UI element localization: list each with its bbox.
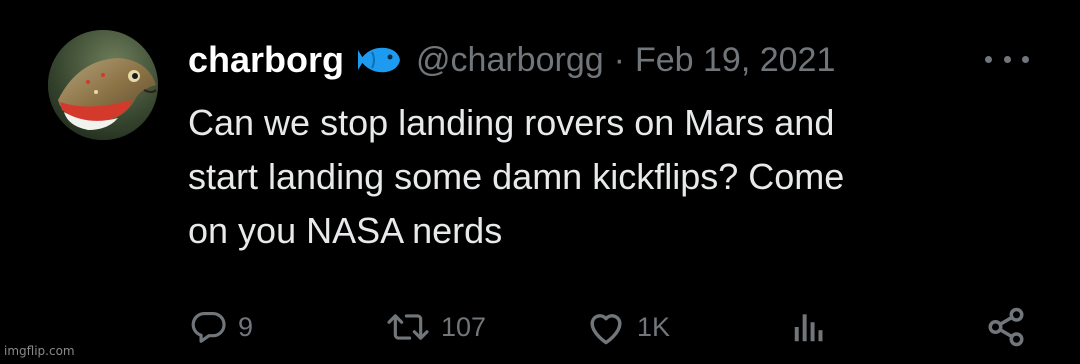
more-dot (1003, 55, 1011, 63)
retweet-icon (387, 314, 429, 340)
separator: · (613, 40, 625, 79)
avatar-image (48, 30, 158, 140)
more-dot (985, 55, 992, 63)
tweet-text: Can we stop landing rovers on Mars and s… (188, 96, 1048, 258)
display-name[interactable]: charborg (188, 39, 344, 81)
fish-emoji-icon (356, 42, 404, 78)
avatar[interactable] (48, 30, 158, 140)
handle[interactable]: @charborgg (416, 41, 604, 80)
like-button[interactable]: 1K (585, 300, 670, 354)
timestamp[interactable]: Feb 19, 2021 (635, 41, 835, 80)
watermark: imgflip.com (4, 344, 75, 358)
action-bar: 9 107 1K (0, 300, 1080, 354)
reply-count: 9 (238, 311, 254, 342)
views-button[interactable] (790, 300, 828, 354)
tweet-header: charborg @charborgg · Feb 19, 2021 (188, 36, 835, 84)
share-button[interactable] (985, 300, 1027, 354)
tweet-line: start landing some damn kickflips? Come (188, 156, 845, 197)
tweet-line: on you NASA nerds (188, 210, 503, 251)
reply-button[interactable]: 9 (190, 300, 253, 354)
retweet-count: 107 (441, 311, 487, 342)
heart-icon (590, 314, 622, 345)
share-icon (988, 307, 1024, 347)
analytics-icon (794, 314, 823, 342)
like-count: 1K (637, 311, 671, 342)
tweet-line: Can we stop landing rovers on Mars and (188, 102, 835, 143)
reply-icon (191, 311, 226, 343)
retweet-button[interactable]: 107 (385, 300, 486, 354)
more-dot (1022, 55, 1029, 63)
more-horizontal-icon[interactable] (985, 44, 1029, 74)
